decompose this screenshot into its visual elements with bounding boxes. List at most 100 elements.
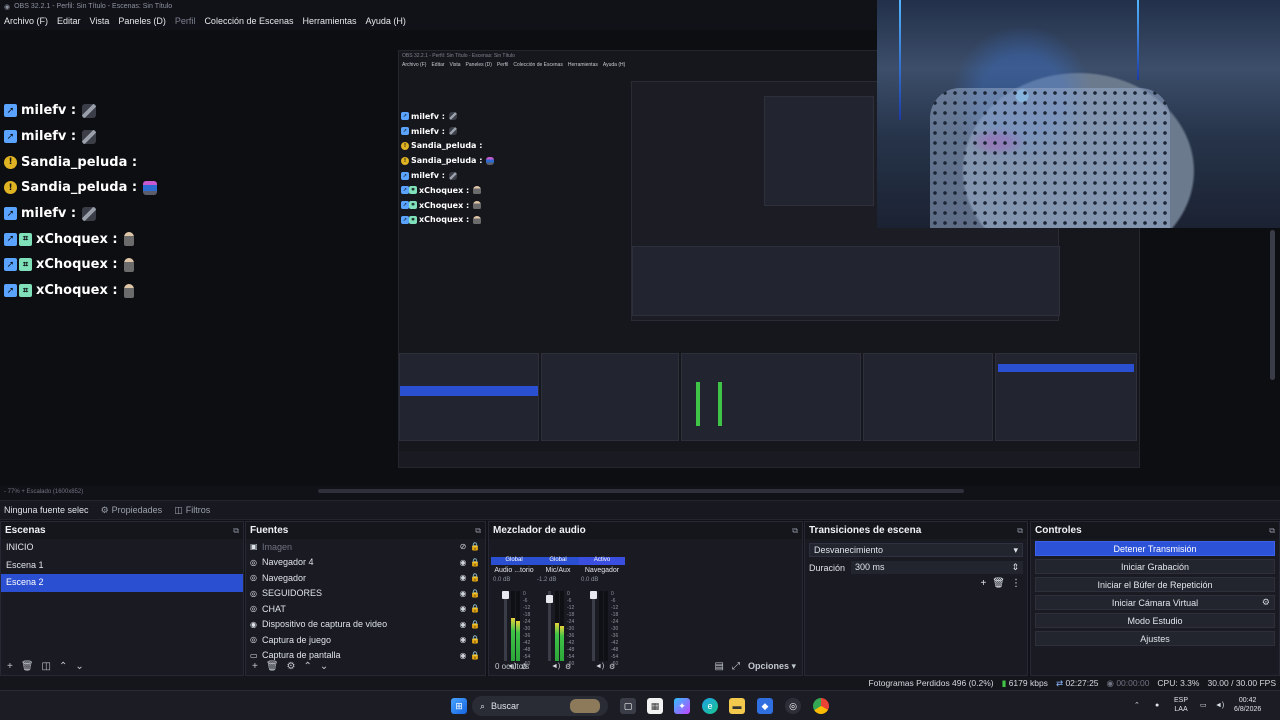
lock-icon[interactable]: 🔒 xyxy=(469,542,481,551)
trash-icon[interactable]: 🗑 xyxy=(992,578,1005,589)
source-item[interactable]: ◎ CHAT ◉ 🔒 xyxy=(246,601,485,617)
menu-item[interactable]: Paneles (D) xyxy=(118,16,166,28)
eye-off-icon[interactable]: ⊘ xyxy=(457,542,469,551)
scene-item[interactable]: INICIO xyxy=(1,539,243,557)
gear-icon[interactable]: ⚙ xyxy=(287,661,296,672)
add-icon[interactable]: + xyxy=(980,578,986,589)
scene-item[interactable]: Escena 1 xyxy=(1,557,243,575)
channel-name[interactable]: Navegador xyxy=(579,567,625,574)
source-item[interactable]: ◎ Navegador ◉ 🔒 xyxy=(246,570,485,586)
network-icon[interactable]: ▭ xyxy=(1200,701,1207,710)
robo-emote-icon xyxy=(486,156,495,165)
gear-icon[interactable]: ⚙ xyxy=(1262,597,1270,608)
properties-button[interactable]: ⚙ Propiedades xyxy=(101,505,163,516)
transition-select[interactable]: Desvanecimiento ▾ xyxy=(809,543,1023,557)
file-explorer-icon[interactable]: ▬ xyxy=(729,698,745,714)
scene-item[interactable]: Escena 2 xyxy=(1,574,243,592)
preview-horizontal-scrollbar[interactable] xyxy=(318,489,964,493)
menu-item[interactable]: Vista xyxy=(90,16,110,28)
mixer-options-button[interactable]: Opciones ▾ xyxy=(748,661,796,672)
db-tick: -12 xyxy=(523,605,531,611)
tray-overflow-icon[interactable]: ⌃ xyxy=(1134,701,1140,710)
menu-item[interactable]: Herramientas xyxy=(303,16,357,28)
source-item[interactable]: ◎ Captura de juego ◉ 🔒 xyxy=(246,632,485,648)
lock-icon[interactable]: 🔒 xyxy=(469,558,481,567)
lock-icon[interactable]: 🔒 xyxy=(469,635,481,644)
language-indicator[interactable]: ESP LAA xyxy=(1174,696,1188,714)
edge-icon[interactable]: e xyxy=(702,698,718,714)
trash-icon[interactable]: 🗑 xyxy=(21,661,34,672)
duration-input[interactable]: 300 ms ⇕ xyxy=(851,561,1023,574)
fader-handle[interactable] xyxy=(546,595,553,603)
filter-icon[interactable]: ◫ xyxy=(42,661,51,672)
undock-icon[interactable]: ⧉ xyxy=(475,526,481,536)
add-icon[interactable]: + xyxy=(252,661,258,672)
arrow-down-icon[interactable]: ⌄ xyxy=(75,661,83,672)
link-icon[interactable]: ⤢ xyxy=(732,661,740,672)
source-item[interactable]: ▣ Imagen ⊘ 🔒 xyxy=(246,539,485,555)
layout-icon[interactable]: ▤ xyxy=(715,661,724,672)
arrow-down-icon[interactable]: ⌄ xyxy=(320,661,328,672)
lock-icon[interactable]: 🔒 xyxy=(469,573,481,582)
volume-fader[interactable] xyxy=(546,591,553,661)
eye-icon[interactable]: ◉ xyxy=(457,573,469,582)
eye-icon[interactable]: ◉ xyxy=(457,620,469,629)
lock-icon[interactable]: 🔒 xyxy=(469,604,481,613)
undock-icon[interactable]: ⧉ xyxy=(792,526,798,536)
menu-item[interactable]: Colección de Escenas xyxy=(204,16,293,28)
undock-icon[interactable]: ⧉ xyxy=(233,526,239,536)
arrow-up-icon[interactable]: ⌃ xyxy=(59,661,67,672)
level-meter xyxy=(511,591,515,661)
more-icon[interactable]: ⋮ xyxy=(1011,578,1021,589)
channel-name[interactable]: Audio ...torio xyxy=(491,567,537,574)
taskbar-search[interactable]: ⌕ Buscar xyxy=(472,696,608,716)
control-button[interactable]: Detener Transmisión xyxy=(1035,541,1275,556)
arrow-up-icon[interactable]: ⌃ xyxy=(304,661,312,672)
eye-icon[interactable]: ◉ xyxy=(457,558,469,567)
menu-item[interactable]: Archivo (F) xyxy=(4,16,48,28)
volume-fader[interactable] xyxy=(590,591,597,661)
undock-icon[interactable]: ⧉ xyxy=(1017,526,1023,536)
control-button[interactable]: Iniciar Grabación xyxy=(1035,559,1275,574)
windows-start-icon[interactable]: ⊞ xyxy=(451,698,467,714)
trash-icon[interactable]: 🗑 xyxy=(266,661,279,672)
task-view-icon[interactable]: ▢ xyxy=(620,698,636,714)
control-button[interactable]: Modo Estudio xyxy=(1035,613,1275,628)
widgets-icon[interactable]: ▦ xyxy=(647,698,663,714)
filters-button[interactable]: ◫ Filtros xyxy=(174,505,210,516)
mixer-channel: Activo Navegador 0.0 dB xyxy=(579,557,625,583)
menu-item[interactable]: Ayuda (H) xyxy=(366,16,406,28)
eye-icon[interactable]: ◉ xyxy=(457,589,469,598)
source-item[interactable]: ◉ Dispositivo de captura de video ◉ 🔒 xyxy=(246,617,485,633)
eye-icon[interactable]: ◉ xyxy=(457,635,469,644)
source-item[interactable]: ◎ Navegador 4 ◉ 🔒 xyxy=(246,555,485,571)
sub-badge-icon: ! xyxy=(401,156,409,165)
led-strip xyxy=(899,0,901,120)
control-button[interactable]: Iniciar Cámara Virtual ⚙ xyxy=(1035,595,1275,610)
obs-icon[interactable]: ◎ xyxy=(785,698,801,714)
volume-icon[interactable]: ◄) xyxy=(1215,701,1224,710)
lock-icon[interactable]: 🔒 xyxy=(469,620,481,629)
chat-message: ➚ ⌗ xChoquex : xyxy=(4,278,304,304)
menu-item[interactable]: Perfil xyxy=(175,16,196,28)
chrome-icon[interactable] xyxy=(813,698,829,714)
stepper-icon[interactable]: ⇕ xyxy=(1011,562,1019,573)
fader-handle[interactable] xyxy=(502,591,509,599)
preview-vertical-scrollbar[interactable] xyxy=(1270,230,1275,380)
tray-app-icon[interactable]: ● xyxy=(1155,701,1159,710)
undock-icon[interactable]: ⧉ xyxy=(1269,526,1275,536)
menu-item[interactable]: Editar xyxy=(57,16,81,28)
eye-icon[interactable]: ◉ xyxy=(457,604,469,613)
zoom-readout[interactable]: - 77% + Escalado (1600x852) xyxy=(4,489,83,495)
channel-name[interactable]: Mic/Aux xyxy=(535,567,581,574)
fader-handle[interactable] xyxy=(590,591,597,599)
volume-fader[interactable] xyxy=(502,591,509,661)
add-icon[interactable]: + xyxy=(7,661,13,672)
copilot-icon[interactable]: ✦ xyxy=(674,698,690,714)
clock[interactable]: 00:42 6/8/2026 xyxy=(1234,696,1261,714)
store-icon[interactable]: ◆ xyxy=(757,698,773,714)
control-button[interactable]: Ajustes xyxy=(1035,631,1275,646)
source-item[interactable]: ◎ SEGUIDORES ◉ 🔒 xyxy=(246,586,485,602)
control-button[interactable]: Iniciar el Búfer de Repetición xyxy=(1035,577,1275,592)
lock-icon[interactable]: 🔒 xyxy=(469,589,481,598)
